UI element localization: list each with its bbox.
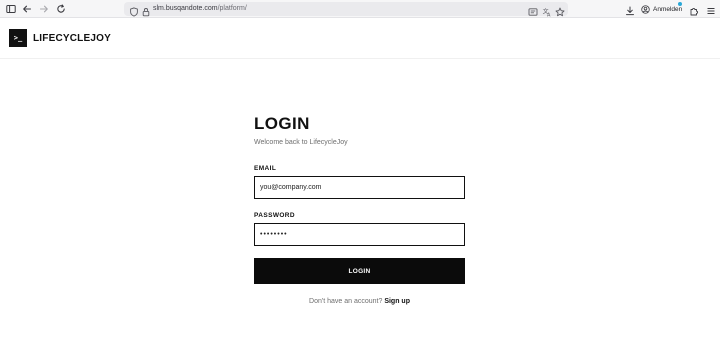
- shield-icon[interactable]: [129, 4, 139, 17]
- reload-icon[interactable]: [55, 3, 67, 15]
- svg-text:A: A: [547, 12, 551, 17]
- lock-icon[interactable]: [141, 4, 151, 17]
- signup-row: Don't have an account? Sign up: [254, 297, 465, 307]
- url-host: slm.busqandote.com: [153, 5, 218, 12]
- signup-link[interactable]: Sign up: [384, 298, 410, 305]
- bookmark-star-icon[interactable]: [555, 4, 565, 17]
- url-text[interactable]: slm.busqandote.com/platform/: [153, 3, 247, 15]
- reader-view-icon[interactable]: [528, 4, 538, 16]
- sidebar-icon[interactable]: [5, 3, 17, 15]
- menu-icon[interactable]: [706, 3, 718, 15]
- account-icon: [641, 4, 650, 14]
- translate-icon[interactable]: 文A: [542, 4, 552, 19]
- login-button[interactable]: LOGIN: [254, 258, 465, 284]
- app-header: >_ LIFECYCLEJOY: [0, 18, 720, 59]
- brand-name: LIFECYCLEJOY: [33, 32, 111, 44]
- email-field[interactable]: [254, 176, 465, 199]
- download-icon[interactable]: [625, 3, 637, 16]
- notification-dot: [678, 2, 682, 6]
- forward-arrow-icon[interactable]: [38, 3, 50, 15]
- password-field[interactable]: [254, 223, 465, 246]
- email-label: EMAIL: [254, 165, 277, 172]
- page-title: LOGIN: [254, 114, 310, 133]
- account-label: Anmelden: [653, 5, 683, 13]
- password-label: PASSWORD: [254, 212, 295, 219]
- login-heading-block: LOGIN Welcome back to LifecycleJoy: [254, 112, 465, 148]
- brand-logo[interactable]: >_ LIFECYCLEJOY: [9, 29, 111, 47]
- back-arrow-icon[interactable]: [21, 3, 33, 15]
- url-path: /platform/: [217, 5, 247, 12]
- page-subtitle: Welcome back to LifecycleJoy: [254, 139, 348, 146]
- signup-prompt: Don't have an account?: [309, 298, 383, 305]
- account-button[interactable]: Anmelden: [641, 3, 682, 15]
- address-bar[interactable]: slm.busqandote.com/platform/ 文A: [124, 2, 568, 19]
- extensions-icon[interactable]: [689, 3, 701, 16]
- terminal-icon: >_: [9, 29, 27, 47]
- browser-toolbar: slm.busqandote.com/platform/ 文A Anmelden: [0, 0, 720, 18]
